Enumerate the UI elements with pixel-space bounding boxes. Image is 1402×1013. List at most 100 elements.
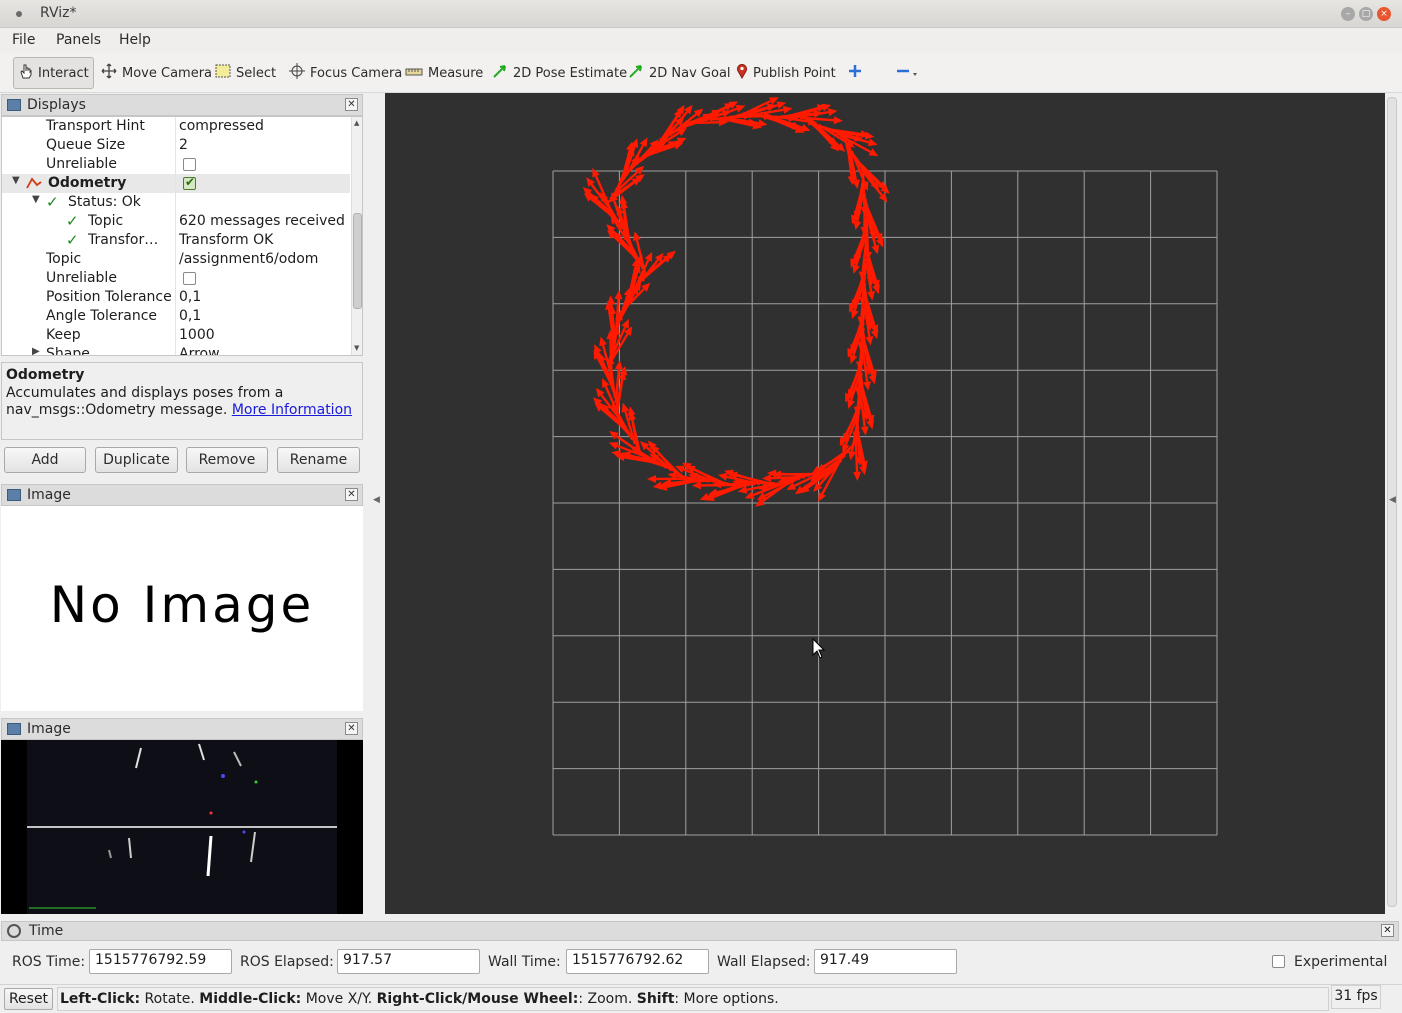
- scrollbar-thumb[interactable]: [353, 213, 362, 309]
- odometry-arrow-head: [619, 194, 628, 205]
- odometry-arrow-head: [621, 402, 630, 413]
- tree-row[interactable]: Unreliable: [2, 269, 350, 288]
- tree-row[interactable]: ✓ Topic 620 messages received: [2, 212, 350, 231]
- property-value[interactable]: 0,1: [179, 308, 201, 324]
- odometry-arrow-head: [833, 116, 843, 125]
- clock-icon: [7, 924, 21, 938]
- tree-row[interactable]: Position Tolerance 0,1: [2, 288, 350, 307]
- menu-help[interactable]: Help: [119, 32, 151, 48]
- property-value[interactable]: /assignment6/odom: [179, 251, 318, 267]
- tree-row[interactable]: ▶ Shape Arrow: [2, 345, 350, 355]
- description-text: Accumulates and displays poses from a na…: [6, 385, 353, 418]
- tree-row[interactable]: Topic /assignment6/odom: [2, 250, 350, 269]
- tree-row[interactable]: Unreliable: [2, 155, 350, 174]
- remove-tool-dropdown[interactable]: [887, 57, 923, 89]
- property-key: Position Tolerance: [46, 289, 172, 305]
- more-information-link[interactable]: More Information: [232, 402, 352, 418]
- property-value[interactable]: compressed: [179, 118, 264, 134]
- odometry-arrow-head: [757, 119, 768, 128]
- collapsed-arrow-icon[interactable]: ▶: [32, 346, 40, 355]
- property-key: Unreliable: [46, 156, 117, 172]
- scroll-up-icon[interactable]: ▲: [354, 119, 359, 127]
- wall-elapsed-field[interactable]: 917.49: [814, 949, 957, 974]
- nav-goal-tool-button[interactable]: 2D Nav Goal: [623, 57, 736, 89]
- tree-row[interactable]: Angle Tolerance 0,1: [2, 307, 350, 326]
- experimental-checkbox[interactable]: [1272, 955, 1285, 968]
- check-icon: ✓: [66, 212, 79, 230]
- ros-time-field[interactable]: 1515776792.59: [89, 949, 232, 974]
- green-arrow-icon: [628, 63, 644, 83]
- menu-file[interactable]: File: [12, 32, 35, 48]
- check-icon: ✓: [66, 231, 79, 249]
- move-camera-tool-button[interactable]: Move Camera: [96, 57, 217, 89]
- odometry-arrow-head: [782, 105, 793, 114]
- odometry-arrow-head: [652, 481, 663, 490]
- reset-button[interactable]: Reset: [4, 988, 53, 1010]
- odometry-enabled-checkbox[interactable]: [183, 175, 196, 190]
- property-value[interactable]: 0,1: [179, 289, 201, 305]
- hand-icon: [19, 63, 33, 83]
- odometry-icon: [26, 176, 42, 194]
- displays-scrollbar[interactable]: ▲ ▼: [351, 117, 362, 355]
- expand-arrow-icon[interactable]: ▼: [32, 194, 40, 205]
- displays-panel-header: Displays ✕: [1, 94, 363, 116]
- property-key: Unreliable: [46, 270, 117, 286]
- description-title: Odometry: [6, 367, 85, 383]
- close-icon[interactable]: ×: [1377, 7, 1391, 21]
- collapse-right-icon[interactable]: ◀: [1389, 495, 1396, 505]
- fps-counter: 31 fps: [1331, 985, 1381, 1009]
- property-value: Transform OK: [179, 232, 274, 248]
- ros-elapsed-field[interactable]: 917.57: [337, 949, 480, 974]
- collapse-left-icon[interactable]: ◀: [373, 495, 380, 505]
- ros-elapsed-label: ROS Elapsed:: [240, 954, 334, 970]
- close-panel-icon[interactable]: ✕: [1381, 924, 1394, 937]
- focus-camera-tool-button[interactable]: Focus Camera: [284, 57, 407, 89]
- image-icon: [7, 723, 21, 735]
- close-panel-icon[interactable]: ✕: [345, 722, 358, 735]
- wall-time-field[interactable]: 1515776792.62: [566, 949, 709, 974]
- window-menu-icon[interactable]: [16, 11, 22, 17]
- interact-tool-button[interactable]: Interact: [13, 57, 94, 89]
- remove-button[interactable]: Remove: [186, 447, 268, 473]
- minimize-icon[interactable]: –: [1341, 7, 1355, 21]
- tree-row[interactable]: Keep 1000: [2, 326, 350, 345]
- maximize-icon[interactable]: □: [1359, 7, 1373, 21]
- add-tool-button[interactable]: [843, 57, 867, 89]
- title-bar: RViz* – □ ×: [0, 0, 1402, 28]
- expand-arrow-icon[interactable]: ▼: [12, 175, 20, 186]
- property-value[interactable]: 2: [179, 137, 188, 153]
- select-tool-button[interactable]: Select: [210, 57, 281, 89]
- measure-tool-button[interactable]: Measure: [400, 57, 488, 89]
- tree-row[interactable]: Transport Hint compressed: [2, 117, 350, 136]
- odometry-arrow-head: [614, 290, 623, 300]
- left-dock-splitter[interactable]: ◀: [365, 93, 385, 914]
- tree-row-odometry[interactable]: ▼ Odometry: [2, 174, 350, 193]
- 3d-render-view[interactable]: [385, 93, 1385, 914]
- property-value[interactable]: 1000: [179, 327, 215, 343]
- wall-elapsed-label: Wall Elapsed:: [717, 954, 811, 970]
- scroll-down-icon[interactable]: ▼: [354, 344, 359, 352]
- publish-point-tool-button[interactable]: Publish Point: [731, 57, 841, 89]
- displays-tree: Transport Hint compressed Queue Size 2 U…: [1, 116, 363, 356]
- tree-row[interactable]: ✓ Transfor… Transform OK: [2, 231, 350, 250]
- duplicate-button[interactable]: Duplicate: [95, 447, 178, 473]
- pose-estimate-tool-button[interactable]: 2D Pose Estimate: [487, 57, 632, 89]
- measure-label: Measure: [428, 65, 484, 81]
- unreliable-checkbox[interactable]: [183, 158, 196, 171]
- tree-row[interactable]: Queue Size 2: [2, 136, 350, 155]
- check-icon: ✓: [46, 193, 59, 211]
- image-panel-title: Image: [27, 721, 71, 737]
- unreliable-checkbox[interactable]: [183, 272, 196, 285]
- displays-title: Displays: [27, 97, 86, 113]
- add-button[interactable]: Add: [4, 447, 86, 473]
- tree-row[interactable]: ▼ ✓ Status: Ok: [2, 193, 350, 212]
- right-dock-strip[interactable]: ◀: [1385, 93, 1402, 914]
- rename-button[interactable]: Rename: [277, 447, 360, 473]
- odometry-arrow-head: [607, 295, 616, 305]
- select-label: Select: [236, 65, 277, 81]
- property-value[interactable]: Arrow: [179, 346, 220, 355]
- menu-panels[interactable]: Panels: [56, 32, 101, 48]
- close-panel-icon[interactable]: ✕: [345, 98, 358, 111]
- odometry-arrow-head: [632, 231, 641, 241]
- close-panel-icon[interactable]: ✕: [345, 488, 358, 501]
